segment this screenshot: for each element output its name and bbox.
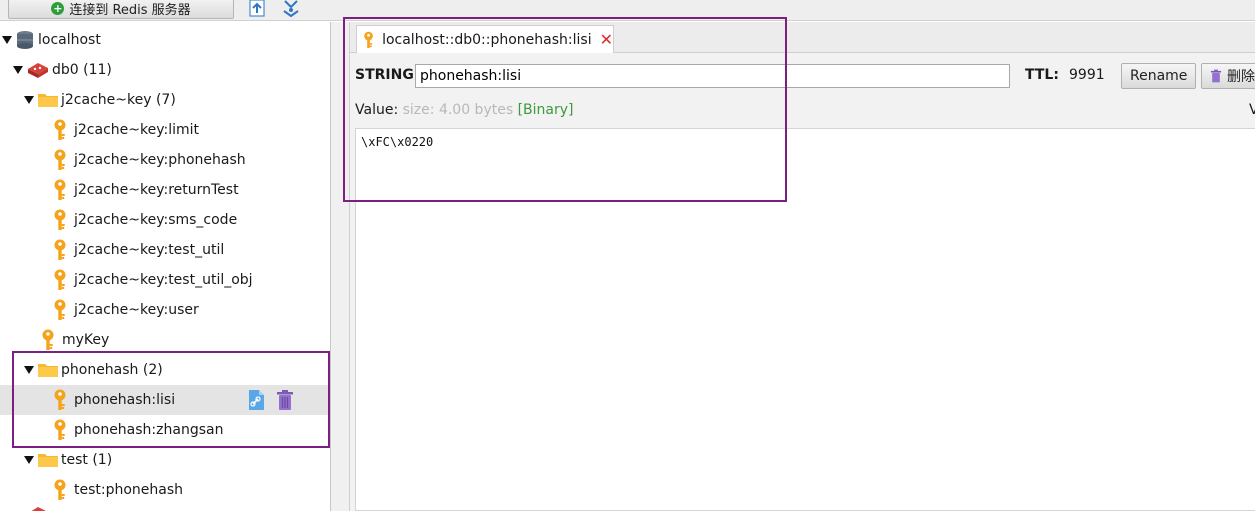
highlight-box-detail xyxy=(343,17,787,202)
rename-button[interactable]: Rename xyxy=(1121,63,1197,89)
connect-button-label: 连接到 Redis 服务器 xyxy=(69,2,191,18)
key-icon xyxy=(54,479,66,500)
expand-arrow-icon[interactable] xyxy=(13,66,23,74)
trash-icon xyxy=(1210,69,1222,83)
rename-button-label: Rename xyxy=(1130,68,1188,84)
expand-arrow-icon[interactable] xyxy=(24,456,34,464)
tree-folder-j2cache-key[interactable]: j2cache~key (7) xyxy=(24,85,176,115)
tree-item-label: j2cache~key:limit xyxy=(74,122,199,138)
key-icon xyxy=(54,179,66,200)
tree-item-label: j2cache~key:returnTest xyxy=(74,182,239,198)
redis-db-icon xyxy=(31,507,46,511)
db-label: db0 (11) xyxy=(52,62,112,78)
tree-item-label: myKey xyxy=(62,332,110,348)
tree-item-label: j2cache~key:test_util_obj xyxy=(74,272,253,288)
ttl-label: TTL: xyxy=(1025,67,1059,83)
tree-item-label: j2cache~key:phonehash xyxy=(74,152,246,168)
key-icon xyxy=(54,149,66,170)
key-icon xyxy=(54,299,66,320)
delete-button-label: 删除 xyxy=(1227,69,1255,85)
tree-folder-test[interactable]: test (1) xyxy=(24,445,112,475)
folder-icon xyxy=(38,94,58,107)
redis-db-icon xyxy=(28,63,48,78)
folder-icon xyxy=(38,454,58,467)
tree-server-localhost[interactable]: localhost xyxy=(2,25,101,55)
expand-arrow-icon[interactable] xyxy=(2,36,12,44)
connect-to-redis-server-button[interactable]: + 连接到 Redis 服务器 xyxy=(8,0,234,19)
ttl-value: 9991 xyxy=(1069,67,1105,83)
tree-key-item[interactable]: j2cache~key:returnTest xyxy=(53,175,239,205)
tree-key-item[interactable]: j2cache~key:limit xyxy=(53,115,199,145)
export-icon[interactable] xyxy=(281,0,301,18)
tree-item-label: j2cache~key:user xyxy=(74,302,199,318)
key-icon xyxy=(54,269,66,290)
key-icon xyxy=(42,329,54,350)
delete-button[interactable]: 删除 xyxy=(1201,63,1255,89)
tree-key-item[interactable]: j2cache~key:user xyxy=(53,295,199,325)
tree-item-label: j2cache~key (7) xyxy=(61,92,176,108)
expand-arrow-icon[interactable] xyxy=(24,96,34,104)
server-icon xyxy=(17,31,33,49)
import-icon[interactable] xyxy=(247,0,267,18)
tree-key-item[interactable]: test:phonehash xyxy=(53,475,183,505)
server-label: localhost xyxy=(38,32,101,48)
view-as-label: V xyxy=(1249,102,1255,118)
key-icon xyxy=(54,239,66,260)
highlight-box-phonehash xyxy=(12,351,330,448)
tree-item-label: test:phonehash xyxy=(74,482,184,498)
key-icon xyxy=(54,209,66,230)
tree-key-item[interactable]: j2cache~key:test_util xyxy=(53,235,224,265)
tree-item-label: test (1) xyxy=(61,452,113,468)
tree-key-item[interactable]: j2cache~key:test_util_obj xyxy=(53,265,253,295)
plus-circle-icon: + xyxy=(51,1,65,15)
tree-item-label: j2cache~key:sms_code xyxy=(74,212,238,228)
tree-db-db0[interactable]: db0 (11) xyxy=(13,55,112,85)
tree-key-item[interactable]: j2cache~key:phonehash xyxy=(53,145,246,175)
tree-key-item[interactable]: j2cache~key:sms_code xyxy=(53,205,237,235)
tree-item-label: j2cache~key:test_util xyxy=(74,242,225,258)
key-icon xyxy=(54,119,66,140)
